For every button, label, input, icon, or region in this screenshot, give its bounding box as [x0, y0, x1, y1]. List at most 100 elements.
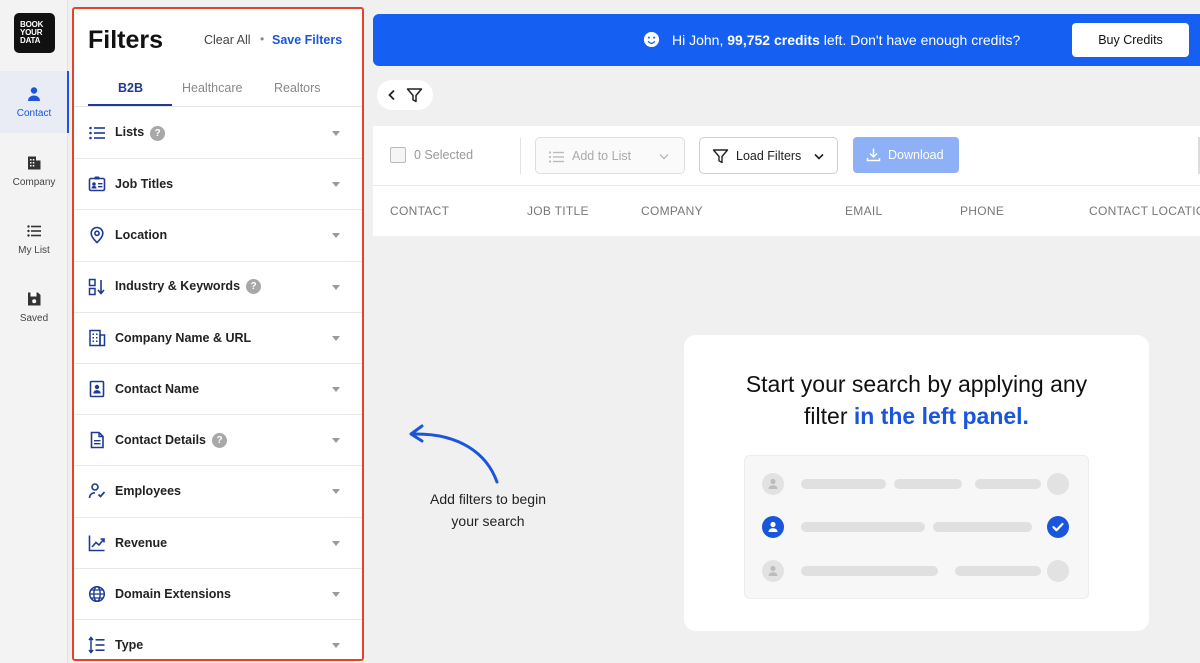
- results-toolbar: 0 Selected Add to List Load Filters Down…: [373, 126, 1200, 186]
- column-header-email[interactable]: EMAIL: [845, 204, 883, 218]
- column-header-contact-location[interactable]: CONTACT LOCATION: [1089, 204, 1200, 218]
- rail-item-label: Saved: [19, 312, 49, 324]
- chevron-down-icon[interactable]: [332, 642, 340, 648]
- column-header-company[interactable]: COMPANY: [641, 204, 703, 218]
- chevron-down-icon[interactable]: [332, 387, 340, 393]
- book-your-data-logo[interactable]: BOOK YOUR DATA: [14, 13, 55, 53]
- placeholder-row-selected: [745, 512, 1088, 542]
- filter-contact-details[interactable]: Contact Details?: [74, 415, 362, 467]
- help-icon[interactable]: ?: [212, 432, 227, 448]
- chevron-down-icon[interactable]: [332, 438, 340, 444]
- building-icon: [28, 156, 41, 169]
- download-button[interactable]: Download: [853, 137, 959, 173]
- rail-item-label: My List: [18, 244, 50, 256]
- save-filters-button[interactable]: Save Filters: [272, 33, 342, 47]
- curved-arrow-icon: [409, 424, 499, 484]
- placeholder-row: [745, 556, 1088, 586]
- trend-chart-icon: [88, 535, 105, 551]
- filter-revenue[interactable]: Revenue: [74, 518, 362, 569]
- chevron-down-icon[interactable]: [332, 182, 340, 188]
- filter-funnel-icon: [712, 149, 729, 164]
- save-icon: [28, 292, 41, 305]
- credits-count: 99,752 credits: [727, 32, 820, 48]
- add-to-list-label: Add to List: [572, 149, 632, 163]
- avatar: [762, 473, 784, 495]
- toggle-filters-button[interactable]: [377, 80, 433, 110]
- placeholder-bar: [894, 479, 962, 489]
- separator-dot: •: [260, 32, 265, 46]
- load-filters-dropdown[interactable]: Load Filters: [699, 137, 838, 174]
- chevron-left-icon: [387, 89, 395, 101]
- filter-label-employees: Employees: [115, 484, 182, 499]
- filter-tabs: B2B Healthcare Realtors: [74, 71, 362, 107]
- rail-item-my-list[interactable]: My List: [0, 208, 68, 270]
- select-all-checkbox[interactable]: [390, 147, 406, 163]
- rail-item-company[interactable]: Company: [0, 140, 68, 202]
- placeholder-bar: [933, 522, 1032, 532]
- building-icon: [89, 329, 106, 347]
- active-tab-indicator: [88, 104, 172, 106]
- placeholder-check: [1047, 560, 1069, 582]
- filter-label-lists: Lists?: [115, 125, 166, 141]
- chevron-down-icon[interactable]: [332, 591, 340, 597]
- empty-state-card: Start your search by applying any filter…: [684, 335, 1149, 631]
- filter-label-domain: Domain Extensions: [115, 586, 231, 601]
- filter-location[interactable]: Location: [74, 210, 362, 262]
- rail-item-label: Company: [12, 176, 56, 188]
- location-pin-icon: [90, 227, 104, 245]
- add-to-list-dropdown[interactable]: Add to List: [535, 137, 685, 174]
- chevron-down-icon[interactable]: [332, 335, 340, 341]
- chevron-down-icon[interactable]: [332, 131, 340, 137]
- placeholder-list-illustration: [744, 455, 1089, 599]
- filter-company-name-url[interactable]: Company Name & URL: [74, 313, 362, 364]
- tab-b2b[interactable]: B2B: [118, 81, 143, 95]
- help-icon[interactable]: ?: [150, 125, 166, 141]
- column-header-contact[interactable]: CONTACT: [390, 204, 449, 218]
- filter-type[interactable]: Type: [74, 620, 362, 659]
- list-icon: [27, 224, 41, 237]
- placeholder-bar: [801, 479, 886, 489]
- chevron-down-icon[interactable]: [332, 540, 340, 546]
- filter-employees[interactable]: Employees: [74, 466, 362, 518]
- rail-item-label: Contact: [16, 107, 52, 119]
- chevron-down-icon[interactable]: [332, 233, 340, 239]
- chevron-down-icon[interactable]: [332, 489, 340, 495]
- credits-message: Hi John, 99,752 credits left. Don't have…: [672, 32, 1021, 48]
- contact-book-icon: [89, 380, 105, 398]
- filter-domain-extensions[interactable]: Domain Extensions: [74, 569, 362, 620]
- column-header-job-title[interactable]: JOB TITLE: [527, 204, 589, 218]
- filter-job-titles[interactable]: Job Titles: [74, 159, 362, 211]
- industry-sort-icon: [88, 278, 105, 295]
- avatar: [762, 516, 784, 538]
- filter-label-job-titles: Job Titles: [115, 177, 174, 192]
- column-header-phone[interactable]: PHONE: [960, 204, 1004, 218]
- filter-label-type: Type: [115, 637, 144, 652]
- toolbar-divider: [520, 138, 521, 174]
- credits-banner: Hi John, 99,752 credits left. Don't have…: [373, 14, 1200, 66]
- chevron-down-icon: [814, 153, 824, 160]
- chevron-down-icon: [659, 153, 669, 160]
- smiley-icon: [643, 31, 660, 48]
- hint-line1: Add filters to begin: [430, 491, 546, 507]
- rail-item-contact[interactable]: Contact: [0, 71, 69, 133]
- chevron-down-icon[interactable]: [332, 284, 340, 290]
- filter-industry-keywords[interactable]: Industry & Keywords?: [74, 262, 362, 313]
- rail-item-saved[interactable]: Saved: [0, 276, 68, 338]
- filter-label-contact-details: Contact Details?: [115, 433, 227, 448]
- tab-healthcare[interactable]: Healthcare: [182, 81, 242, 95]
- filter-contact-name[interactable]: Contact Name: [74, 364, 362, 416]
- document-icon: [90, 431, 104, 449]
- list-icon: [548, 151, 564, 163]
- help-icon[interactable]: ?: [246, 279, 262, 295]
- filter-lists[interactable]: Lists?: [74, 108, 362, 160]
- avatar: [762, 560, 784, 582]
- globe-icon: [88, 585, 106, 602]
- hint-line2: your search: [451, 513, 525, 529]
- filter-label-location: Location: [115, 228, 168, 243]
- tab-realtors[interactable]: Realtors: [274, 81, 321, 95]
- buy-credits-button[interactable]: Buy Credits: [1072, 23, 1189, 57]
- clear-all-button[interactable]: Clear All: [204, 33, 251, 47]
- empty-state-highlight: in the left panel.: [853, 403, 1029, 429]
- check-circle-icon: [1047, 516, 1069, 538]
- filters-panel: Filters Clear All • Save Filters B2B Hea…: [72, 7, 364, 661]
